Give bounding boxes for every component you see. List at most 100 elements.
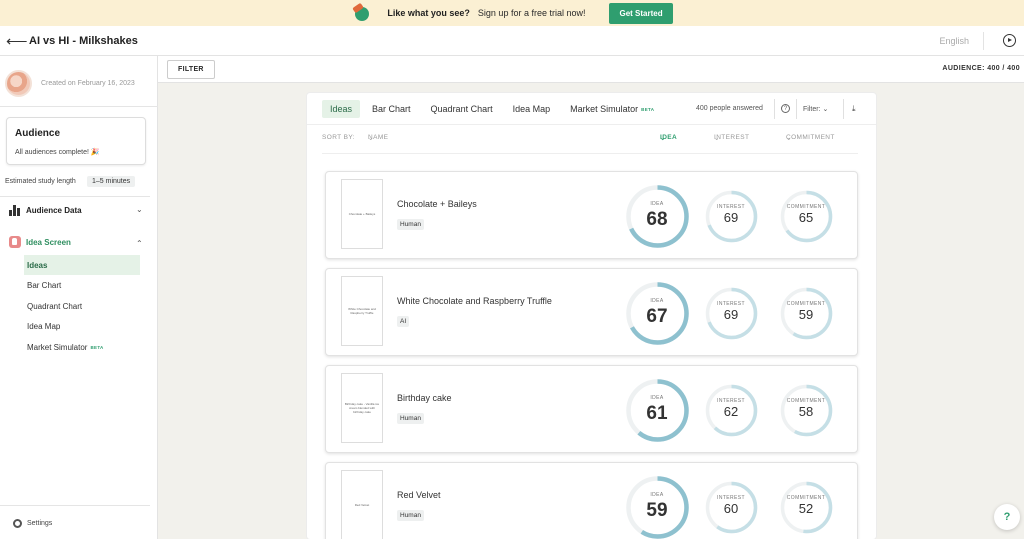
divider <box>307 124 876 125</box>
idea-source-tag: Human <box>397 510 424 521</box>
sort-interest[interactable]: INTEREST ⌄ <box>714 134 749 142</box>
idea-name: Birthday cake <box>397 393 452 403</box>
app-header: ⟵ AI vs HI - Milkshakes English <box>0 26 1024 56</box>
tab-label: Quadrant Chart <box>430 104 493 114</box>
idea-score-gauge: IDEA 59 <box>624 474 691 539</box>
gauge-value: 62 <box>723 404 739 419</box>
interest-score-gauge: INTEREST 62 <box>704 383 759 438</box>
created-date: Created on February 16, 2023 <box>41 80 135 87</box>
column-label: INTEREST <box>714 134 750 141</box>
idea-card[interactable]: Chocolate + Baileys Chocolate + Baileys Hu… <box>325 171 858 259</box>
sidebar: Created on February 16, 2023 Audience Al… <box>0 56 158 539</box>
column-label: NAME <box>368 134 389 141</box>
rocket-icon <box>351 2 373 23</box>
gauge-label: IDEA <box>650 395 664 401</box>
divider <box>843 99 844 119</box>
idea-source-tag: Human <box>397 413 424 424</box>
commitment-score-gauge: COMMITMENT 59 <box>779 286 834 341</box>
column-label: COMMITMENT <box>786 134 835 141</box>
help-icon[interactable]: ? <box>781 104 790 113</box>
settings-link[interactable]: Settings <box>13 519 52 528</box>
gauge-value: 69 <box>723 307 739 322</box>
idea-source-tag: AI <box>397 316 410 327</box>
idea-card[interactable]: Red Velvet Red Velvet Human IDEA 59 INTEREST 6… <box>325 462 858 539</box>
sort-idea[interactable]: IDEA ⌄ <box>660 134 677 142</box>
sidebar-section-idea-screen[interactable]: Idea Screen <box>9 236 71 248</box>
bar-chart-icon <box>9 204 21 216</box>
filter-dropdown[interactable]: Filter: ⌄ <box>803 105 828 113</box>
idea-source-tag: Human <box>397 219 424 230</box>
back-arrow-icon[interactable]: ⟵ <box>6 32 28 50</box>
sort-commitment[interactable]: COMMITMENT ⌄ <box>786 134 834 142</box>
audience-status: All audiences complete! 🎉 <box>15 149 100 156</box>
column-label: IDEA <box>660 134 678 141</box>
promo-banner: Like what you see? Sign up for a free tr… <box>0 0 1024 26</box>
tab-quadrant-chart[interactable]: Quadrant Chart <box>423 100 501 118</box>
sidebar-item-bar-chart[interactable]: Bar Chart <box>24 275 140 295</box>
chevron-down-icon[interactable]: ⌄ <box>136 205 143 214</box>
sidebar-section-audience-data[interactable]: Audience Data <box>9 204 82 216</box>
idea-thumbnail[interactable]: Birthday cake - Vanilla ice cream blende… <box>341 373 383 443</box>
sort-by-label: SORT BY: <box>322 134 355 141</box>
chevron-up-icon[interactable]: ⌃ <box>136 239 143 248</box>
divider <box>774 99 775 119</box>
sidebar-item-ideas[interactable]: Ideas <box>24 255 140 275</box>
header-divider <box>983 32 984 50</box>
divider <box>322 153 858 154</box>
tab-label: Ideas <box>330 104 353 114</box>
item-label: Bar Chart <box>27 280 62 290</box>
sidebar-item-idea-map[interactable]: Idea Map <box>24 316 140 336</box>
study-title: AI vs HI - Milkshakes <box>29 34 138 47</box>
filter-label: Filter: <box>803 106 821 113</box>
idea-thumbnail[interactable]: White Chocolate and Raspberry Truffle <box>341 276 383 346</box>
chevron-down-icon: ⌄ <box>822 106 829 113</box>
filter-button[interactable]: FILTER <box>167 60 215 79</box>
idea-name: Chocolate + Baileys <box>397 199 477 209</box>
idea-score-gauge: IDEA 67 <box>624 280 691 347</box>
estimated-length-badge: 1–5 minutes <box>87 176 136 187</box>
banner-headline: Like what you see? <box>387 8 470 18</box>
gauge-value: 52 <box>798 501 814 516</box>
banner-text: Sign up for a free trial now! <box>477 8 586 18</box>
tab-label: Market Simulator <box>570 104 639 114</box>
gauge-value: 61 <box>646 403 668 424</box>
beta-badge: BETA <box>90 344 104 350</box>
tab-ideas[interactable]: Ideas <box>322 100 361 118</box>
gauge-label: IDEA <box>650 298 664 304</box>
gauge-value: 60 <box>723 501 739 516</box>
tab-bar-chart[interactable]: Bar Chart <box>364 100 419 118</box>
study-avatar <box>5 70 32 97</box>
tab-market-simulator[interactable]: Market Simulator BETA <box>562 100 662 118</box>
idea-card[interactable]: Birthday cake - Vanilla ice cream blende… <box>325 365 858 453</box>
play-icon[interactable] <box>1003 34 1016 47</box>
interest-score-gauge: INTEREST 60 <box>704 480 759 535</box>
idea-card[interactable]: White Chocolate and Raspberry Truffle Whi… <box>325 268 858 356</box>
sidebar-item-quadrant-chart[interactable]: Quadrant Chart <box>24 296 140 316</box>
sort-name[interactable]: NAME ⌄ <box>368 134 388 142</box>
item-label: Ideas <box>27 260 48 270</box>
language-selector[interactable]: English <box>939 36 969 46</box>
beta-badge: BETA <box>641 106 655 112</box>
divider <box>796 99 797 119</box>
sidebar-item-market-simulator[interactable]: Market Simulator BETA <box>24 337 140 357</box>
download-icon[interactable]: ⤓ <box>852 104 856 114</box>
help-button[interactable]: ? <box>994 504 1020 530</box>
divider <box>0 505 150 506</box>
item-label: Idea Map <box>27 321 61 331</box>
gauge-value: 58 <box>798 404 814 419</box>
divider <box>0 106 158 107</box>
gauge-label: IDEA <box>650 492 664 498</box>
get-started-button[interactable]: Get Started <box>609 2 673 24</box>
gauge-value: 68 <box>646 209 668 230</box>
commitment-score-gauge: COMMITMENT 65 <box>779 189 834 244</box>
divider <box>0 196 150 197</box>
section-label: Idea Screen <box>26 237 71 247</box>
audience-card[interactable]: Audience All audiences complete! 🎉 <box>6 117 146 165</box>
idea-thumbnail[interactable]: Red Velvet <box>341 470 383 539</box>
idea-score-gauge: IDEA 61 <box>624 377 691 444</box>
sort-row: SORT BY: NAME ⌄ IDEA ⌄ INTEREST ⌄ COMMIT… <box>322 134 858 146</box>
audience-count: AUDIENCE: 400 / 400 <box>942 65 1020 72</box>
idea-name: Red Velvet <box>397 490 441 500</box>
tab-idea-map[interactable]: Idea Map <box>505 100 559 118</box>
idea-thumbnail[interactable]: Chocolate + Baileys <box>341 179 383 249</box>
